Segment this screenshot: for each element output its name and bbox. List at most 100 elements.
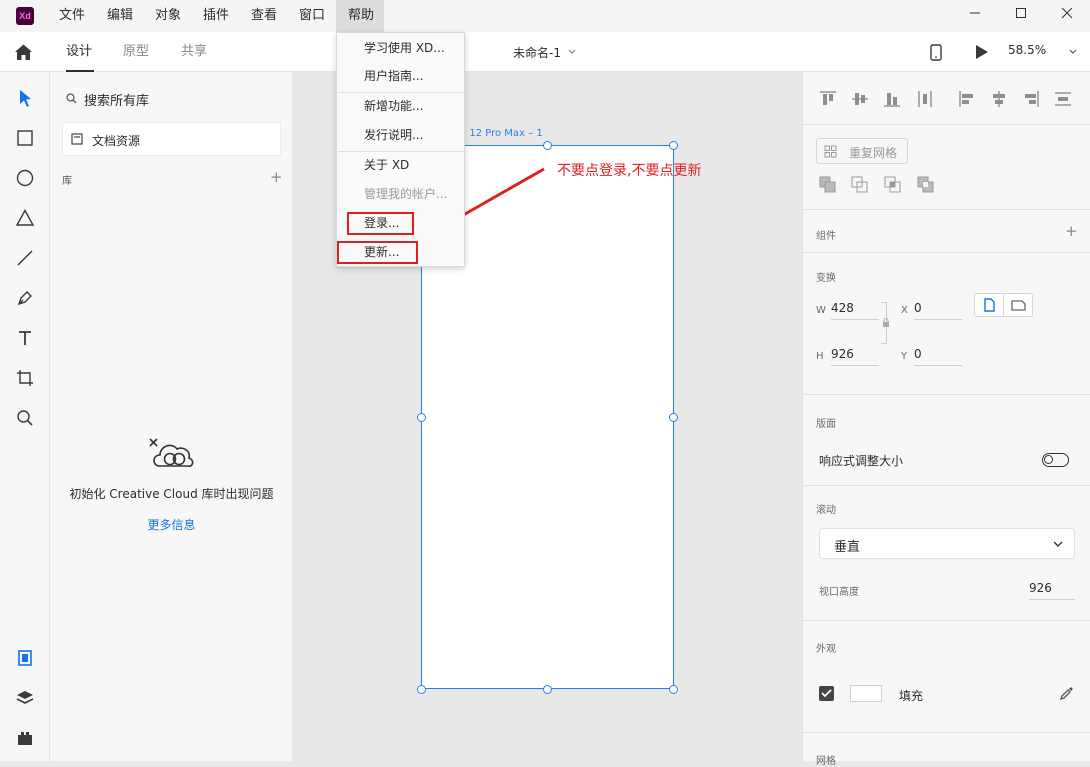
menubar: Xd 文件 编辑 对象 插件 查看 窗口 帮助	[0, 0, 1090, 32]
line-icon	[17, 250, 33, 266]
library-search[interactable]: 搜索所有库	[62, 86, 281, 110]
repeat-grid-button[interactable]: 重复网格	[816, 138, 908, 164]
tab-prototype[interactable]: 原型	[123, 32, 149, 72]
artboard-label[interactable]: 3、12 Pro Max – 1	[453, 124, 543, 139]
fill-color-swatch[interactable]	[850, 685, 882, 702]
zoom-chevron-icon[interactable]	[1068, 46, 1078, 60]
document-assets-item[interactable]: 文档资源	[62, 122, 281, 156]
more-info-link[interactable]: 更多信息	[50, 516, 293, 533]
document-title[interactable]: 未命名-1	[513, 44, 561, 61]
landscape-button[interactable]	[1004, 294, 1033, 316]
align-middle-icon[interactable]	[851, 90, 869, 108]
help-dropdown-menu: 学习使用 XD... 用户指南... 新增功能... 发行说明... 关于 XD…	[336, 32, 465, 267]
close-button[interactable]	[1044, 0, 1090, 32]
boolean-exclude-icon[interactable]	[917, 176, 935, 194]
minimize-button[interactable]	[952, 0, 998, 32]
repeat-grid-label: 重复网格	[849, 146, 898, 160]
viewport-height-input[interactable]: 926	[1029, 578, 1075, 600]
responsive-resize-toggle[interactable]	[1042, 453, 1069, 467]
x-position-input[interactable]: 0	[914, 298, 962, 320]
section-divider	[803, 394, 1090, 395]
fill-checkbox[interactable]	[819, 686, 834, 701]
library-section-label: 库	[62, 176, 72, 187]
y-position-input[interactable]: 0	[914, 344, 962, 366]
device-preview-button[interactable]	[930, 44, 942, 64]
section-divider	[803, 209, 1090, 210]
resize-handle-t[interactable]	[542, 140, 552, 150]
scroll-direction-select[interactable]: 垂直	[819, 528, 1075, 559]
components-section-title: 组件	[816, 231, 836, 242]
minimize-icon	[970, 12, 980, 14]
width-input[interactable]: 428	[831, 298, 879, 320]
resize-handle-bl[interactable]	[416, 684, 426, 694]
menu-object[interactable]: 对象	[155, 0, 181, 32]
resize-handle-l[interactable]	[416, 412, 426, 422]
menu-item-about-xd[interactable]: 关于 XD	[364, 155, 409, 175]
align-bottom-icon[interactable]	[883, 90, 901, 108]
responsive-resize-label: 响应式调整大小	[819, 454, 904, 468]
menu-window[interactable]: 窗口	[299, 0, 325, 32]
assets-panel-button[interactable]	[13, 646, 37, 670]
home-button[interactable]	[14, 43, 33, 64]
distribute-horizontal-icon[interactable]	[1054, 90, 1072, 108]
menu-help[interactable]: 帮助	[336, 0, 384, 32]
boolean-subtract-icon[interactable]	[851, 176, 869, 194]
zoom-tool[interactable]	[13, 406, 37, 430]
section-divider	[803, 732, 1090, 733]
maximize-icon	[1016, 8, 1026, 18]
y-label: Y	[901, 351, 908, 362]
boolean-intersect-icon[interactable]	[884, 176, 902, 194]
resize-handle-tr[interactable]	[668, 140, 678, 150]
select-tool[interactable]	[13, 86, 37, 110]
checkmark-icon	[821, 689, 832, 698]
align-left-icon[interactable]	[958, 90, 976, 108]
scroll-section-title: 滚动	[816, 505, 836, 516]
doc-title-chevron-icon[interactable]	[567, 46, 577, 60]
sign-in-highlight-box	[347, 212, 414, 235]
tab-share[interactable]: 共享	[181, 32, 207, 72]
grid-icon	[824, 145, 837, 158]
distribute-vertical-icon[interactable]	[916, 90, 934, 108]
resize-handle-br[interactable]	[668, 684, 678, 694]
add-component-icon[interactable]: +	[1065, 222, 1078, 240]
height-input[interactable]: 926	[831, 344, 879, 366]
polygon-tool[interactable]	[13, 206, 37, 230]
add-library-icon[interactable]: +	[270, 168, 283, 186]
menu-item-learn-xd[interactable]: 学习使用 XD...	[364, 38, 445, 58]
lock-icon[interactable]	[882, 318, 890, 328]
portrait-button[interactable]	[975, 294, 1004, 316]
layers-panel-button[interactable]	[13, 686, 37, 710]
artboard-tool[interactable]	[13, 366, 37, 390]
library-search-input[interactable]: 搜索所有库	[84, 90, 149, 109]
tab-design[interactable]: 设计	[66, 32, 92, 72]
resize-handle-r[interactable]	[668, 412, 678, 422]
resize-handle-b[interactable]	[542, 684, 552, 694]
maximize-button[interactable]	[998, 0, 1044, 32]
property-inspector: 重复网格 组件 + 变换 W 428 X 0 H 926 Y 0 版面 响应式调…	[802, 72, 1090, 767]
rectangle-tool[interactable]	[13, 126, 37, 150]
rectangle-icon	[17, 130, 33, 146]
menu-item-whats-new[interactable]: 新增功能...	[364, 96, 423, 116]
menu-item-user-guide[interactable]: 用户指南...	[364, 66, 423, 86]
menu-item-release-notes[interactable]: 发行说明...	[364, 125, 423, 145]
boolean-add-icon[interactable]	[819, 176, 837, 194]
pen-tool[interactable]	[13, 286, 37, 310]
menu-view[interactable]: 查看	[251, 0, 277, 32]
text-tool[interactable]	[13, 326, 37, 350]
ellipse-icon	[16, 169, 34, 187]
play-preview-button[interactable]	[975, 44, 989, 63]
plugins-panel-button[interactable]	[13, 726, 37, 750]
line-tool[interactable]	[13, 246, 37, 270]
eyedropper-icon[interactable]	[1059, 686, 1074, 701]
align-center-icon[interactable]	[990, 90, 1008, 108]
menu-file[interactable]: 文件	[59, 0, 85, 32]
artboard-section-title: 版面	[816, 419, 836, 430]
ellipse-tool[interactable]	[13, 166, 37, 190]
x-label: X	[901, 305, 908, 316]
align-top-icon[interactable]	[819, 90, 837, 108]
menu-edit[interactable]: 编辑	[107, 0, 133, 32]
text-icon	[19, 331, 31, 345]
zoom-level[interactable]: 58.5%	[1008, 43, 1046, 57]
menu-plugins[interactable]: 插件	[203, 0, 229, 32]
align-right-icon[interactable]	[1022, 90, 1040, 108]
